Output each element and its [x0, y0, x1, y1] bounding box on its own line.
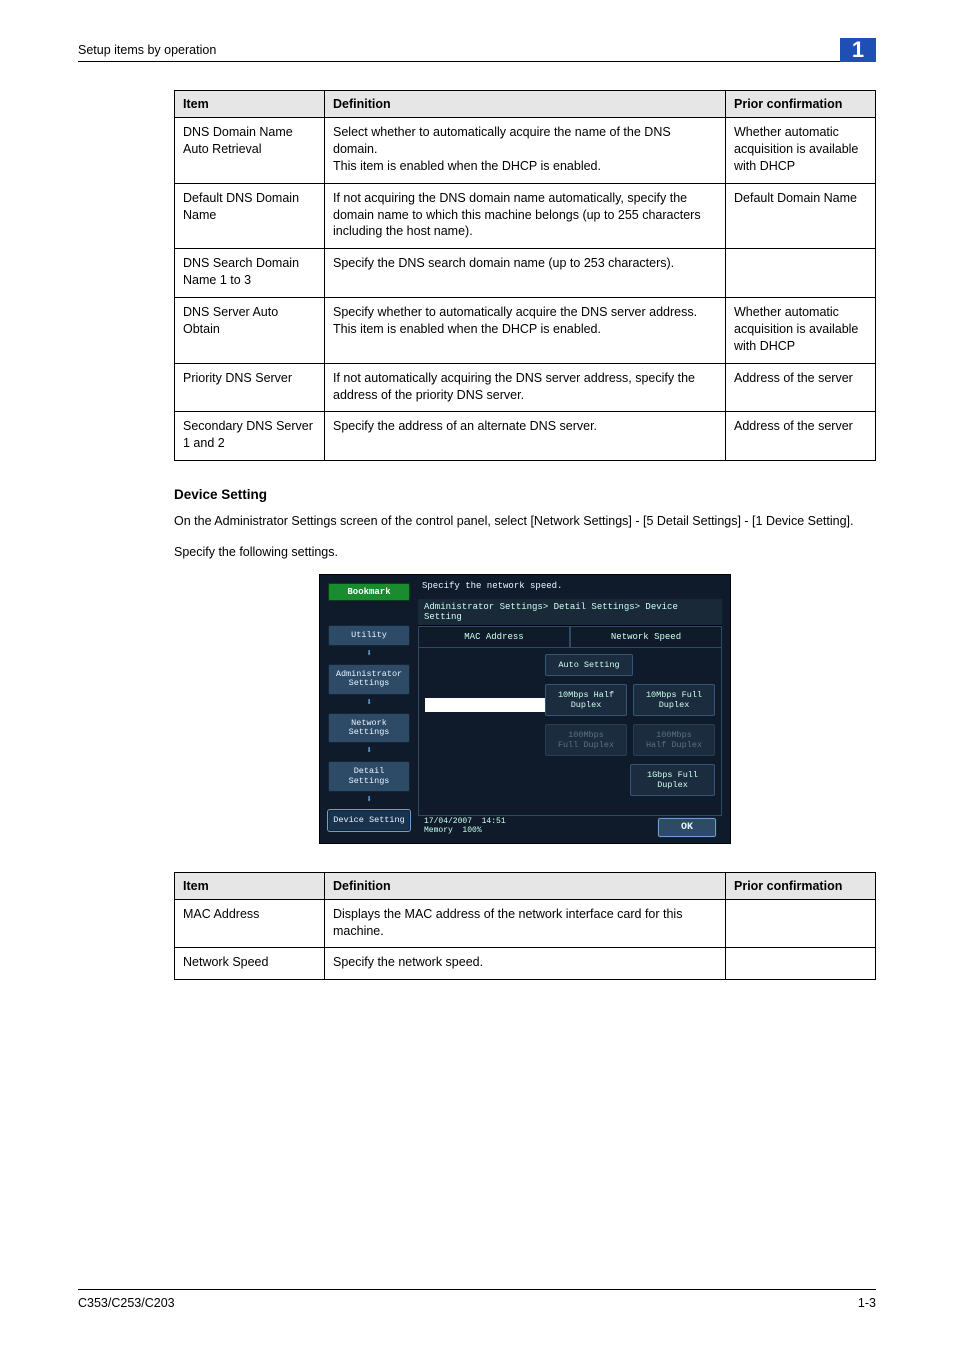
table-row: Secondary DNS Server 1 and 2 Specify the… [175, 412, 876, 461]
col-header-definition: Definition [325, 91, 726, 118]
chevron-down-icon: ⬇ [328, 697, 410, 709]
ok-button[interactable]: OK [658, 818, 716, 837]
col-header-item: Item [175, 872, 325, 899]
footer-model: C353/C253/C203 [78, 1296, 175, 1310]
nav-device-setting[interactable]: Device Setting [328, 810, 410, 831]
dns-settings-table: Item Definition Prior confirmation DNS D… [174, 90, 876, 461]
cell-prior: Whether automatic acquisition is availab… [726, 118, 876, 184]
control-panel-screenshot: Bookmark Utility ⬇ Administrator Setting… [319, 574, 731, 844]
cell-definition: If not acquiring the DNS domain name aut… [325, 183, 726, 249]
chevron-down-icon: ⬇ [328, 794, 410, 806]
cell-definition: Specify the address of an alternate DNS … [325, 412, 726, 461]
col-header-item: Item [175, 91, 325, 118]
speed-10-full-button[interactable]: 10Mbps Full Duplex [633, 684, 715, 716]
cell-item: Network Speed [175, 948, 325, 980]
nav-network-settings[interactable]: Network Settings [328, 713, 410, 744]
tab-network-speed[interactable]: Network Speed [570, 626, 722, 648]
speed-100-full-button[interactable]: 100Mbps Full Duplex [545, 724, 627, 756]
table-row: DNS Search Domain Name 1 to 3 Specify th… [175, 249, 876, 298]
cell-definition: Specify whether to automatically acquire… [325, 298, 726, 364]
chapter-badge: 1 [840, 38, 876, 62]
cell-prior: Default Domain Name [726, 183, 876, 249]
cell-item: Default DNS Domain Name [175, 183, 325, 249]
panel-breadcrumb: Administrator Settings> Detail Settings>… [418, 599, 722, 626]
cell-prior [726, 948, 876, 980]
nav-admin-settings[interactable]: Administrator Settings [328, 664, 410, 695]
cell-definition: Specify the DNS search domain name (up t… [325, 249, 726, 298]
cell-definition: Displays the MAC address of the network … [325, 899, 726, 948]
speed-1g-full-button[interactable]: 1Gbps Full Duplex [630, 764, 715, 796]
section-paragraph: Specify the following settings. [174, 543, 876, 562]
tab-mac-address[interactable]: MAC Address [418, 626, 570, 648]
bookmark-button[interactable]: Bookmark [328, 583, 410, 601]
speed-100-half-button[interactable]: 100Mbps Half Duplex [633, 724, 715, 756]
cell-definition: Select whether to automatically acquire … [325, 118, 726, 184]
cell-definition: Specify the network speed. [325, 948, 726, 980]
page-header: Setup items by operation 1 [78, 38, 876, 62]
cell-item: DNS Server Auto Obtain [175, 298, 325, 364]
cell-item: DNS Search Domain Name 1 to 3 [175, 249, 325, 298]
panel-instruction: Specify the network speed. [418, 579, 722, 599]
cell-item: MAC Address [175, 899, 325, 948]
cell-prior: Whether automatic acquisition is availab… [726, 298, 876, 364]
table-row: Network Speed Specify the network speed. [175, 948, 876, 980]
col-header-prior: Prior confirmation [726, 872, 876, 899]
device-setting-table: Item Definition Prior confirmation MAC A… [174, 872, 876, 981]
speed-10-half-button[interactable]: 10Mbps Half Duplex [545, 684, 627, 716]
cell-prior [726, 899, 876, 948]
cell-prior [726, 249, 876, 298]
speed-auto-button[interactable]: Auto Setting [545, 654, 633, 676]
cell-prior: Address of the server [726, 363, 876, 412]
panel-status: 17/04/2007 14:51 Memory 100% [424, 818, 506, 836]
table-row: DNS Server Auto Obtain Specify whether t… [175, 298, 876, 364]
cell-item: DNS Domain Name Auto Retrieval [175, 118, 325, 184]
table-row: Priority DNS Server If not automatically… [175, 363, 876, 412]
col-header-definition: Definition [325, 872, 726, 899]
cell-prior: Address of the server [726, 412, 876, 461]
cell-item: Secondary DNS Server 1 and 2 [175, 412, 325, 461]
chevron-down-icon: ⬇ [328, 648, 410, 660]
cell-item: Priority DNS Server [175, 363, 325, 412]
table-row: DNS Domain Name Auto Retrieval Select wh… [175, 118, 876, 184]
col-header-prior: Prior confirmation [726, 91, 876, 118]
chevron-down-icon: ⬇ [328, 745, 410, 757]
section-heading: Device Setting [174, 487, 876, 502]
section-paragraph: On the Administrator Settings screen of … [174, 512, 876, 531]
cell-definition: If not automatically acquiring the DNS s… [325, 363, 726, 412]
table-row: Default DNS Domain Name If not acquiring… [175, 183, 876, 249]
page-footer: C353/C253/C203 1-3 [78, 1289, 876, 1310]
footer-page-number: 1-3 [858, 1296, 876, 1310]
nav-utility[interactable]: Utility [328, 625, 410, 646]
table-row: MAC Address Displays the MAC address of … [175, 899, 876, 948]
breadcrumb: Setup items by operation [78, 43, 216, 61]
nav-detail-settings[interactable]: Detail Settings [328, 761, 410, 792]
mac-address-field [425, 698, 545, 712]
